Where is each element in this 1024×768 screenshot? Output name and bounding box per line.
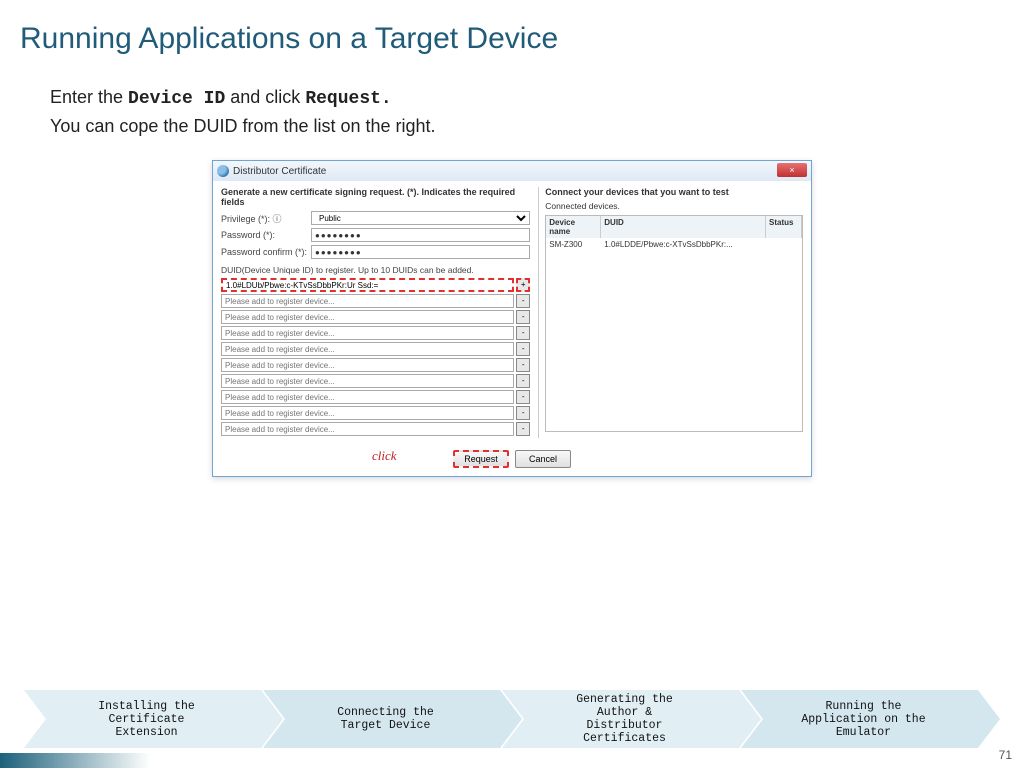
duid-remove-button[interactable]: -: [516, 422, 530, 436]
duid-input[interactable]: [221, 326, 514, 340]
duid-input[interactable]: [221, 358, 514, 372]
left-pane: Generate a new certificate signing reque…: [221, 187, 530, 438]
duid-remove-button[interactable]: -: [516, 310, 530, 324]
instr-device-id: Device ID: [128, 89, 225, 109]
instructions: Enter the Device ID and click Request. Y…: [0, 56, 1024, 150]
chevron-step-2: Connecting theTarget Device: [263, 690, 522, 748]
duid-input-1[interactable]: [221, 278, 514, 292]
duid-remove-button[interactable]: -: [516, 374, 530, 388]
th-duid: DUID: [601, 216, 766, 238]
cancel-button[interactable]: Cancel: [515, 450, 571, 468]
duid-remove-button[interactable]: -: [516, 342, 530, 356]
duid-note: DUID(Device Unique ID) to register. Up t…: [221, 265, 530, 275]
password-confirm-label: Password confirm (*):: [221, 247, 311, 257]
chevron-step-3: Generating theAuthor &DistributorCertifi…: [502, 690, 761, 748]
table-row[interactable]: SM-Z300 1.0#LDDE/Pbwe:c-XTvSsDbbPKr:...: [546, 238, 802, 251]
th-status: Status: [766, 216, 802, 238]
password-input[interactable]: ●●●●●●●●: [311, 228, 530, 242]
chevron-step-4: Running theApplication on theEmulator: [741, 690, 1000, 748]
duid-input[interactable]: [221, 422, 514, 436]
right-subtitle2: Connected devices.: [545, 201, 803, 211]
cell-status: [766, 238, 802, 251]
privilege-select[interactable]: Public: [311, 211, 530, 225]
device-table: Device name DUID Status SM-Z300 1.0#LDDE…: [545, 215, 803, 432]
duid-add-button[interactable]: +: [516, 278, 530, 292]
right-pane: Connect your devices that you want to te…: [538, 187, 803, 438]
duid-remove-button[interactable]: -: [516, 390, 530, 404]
dialog-titlebar: Distributor Certificate ×: [213, 161, 811, 181]
privilege-label: Privilege (*): ⓘ: [221, 212, 311, 225]
duid-list: + - - - - - - - - -: [221, 278, 530, 436]
password-confirm-input[interactable]: ●●●●●●●●: [311, 245, 530, 259]
password-label: Password (*):: [221, 230, 311, 240]
duid-remove-button[interactable]: -: [516, 294, 530, 308]
duid-remove-button[interactable]: -: [516, 358, 530, 372]
instr-text: and click: [225, 87, 305, 107]
click-annotation: click: [372, 448, 397, 464]
duid-input[interactable]: [221, 374, 514, 388]
th-device-name: Device name: [546, 216, 601, 238]
dialog-buttons: click Request Cancel: [213, 444, 811, 476]
duid-remove-button[interactable]: -: [516, 326, 530, 340]
left-subtitle: Generate a new certificate signing reque…: [221, 187, 530, 207]
dialog-title: Distributor Certificate: [233, 166, 326, 177]
instr-line2: You can cope the DUID from the list on t…: [50, 113, 974, 140]
page-title: Running Applications on a Target Device: [0, 0, 1024, 56]
duid-remove-button[interactable]: -: [516, 406, 530, 420]
step-chevrons: Installing theCertificateExtension Conne…: [0, 690, 1024, 748]
dialog-icon: [217, 165, 229, 177]
duid-input[interactable]: [221, 406, 514, 420]
right-subtitle: Connect your devices that you want to te…: [545, 187, 803, 197]
instr-text: Enter the: [50, 87, 128, 107]
cell-duid: 1.0#LDDE/Pbwe:c-XTvSsDbbPKr:...: [601, 238, 766, 251]
duid-input[interactable]: [221, 310, 514, 324]
close-icon[interactable]: ×: [777, 163, 807, 177]
duid-input[interactable]: [221, 294, 514, 308]
chevron-step-1: Installing theCertificateExtension: [24, 690, 283, 748]
request-button[interactable]: Request: [453, 450, 509, 468]
footer-gradient: [0, 753, 150, 768]
cell-name: SM-Z300: [546, 238, 601, 251]
distributor-certificate-dialog: Distributor Certificate × Generate a new…: [212, 160, 812, 477]
duid-input[interactable]: [221, 390, 514, 404]
duid-input[interactable]: [221, 342, 514, 356]
instr-request: Request.: [305, 89, 391, 109]
page-number: 71: [999, 748, 1012, 762]
